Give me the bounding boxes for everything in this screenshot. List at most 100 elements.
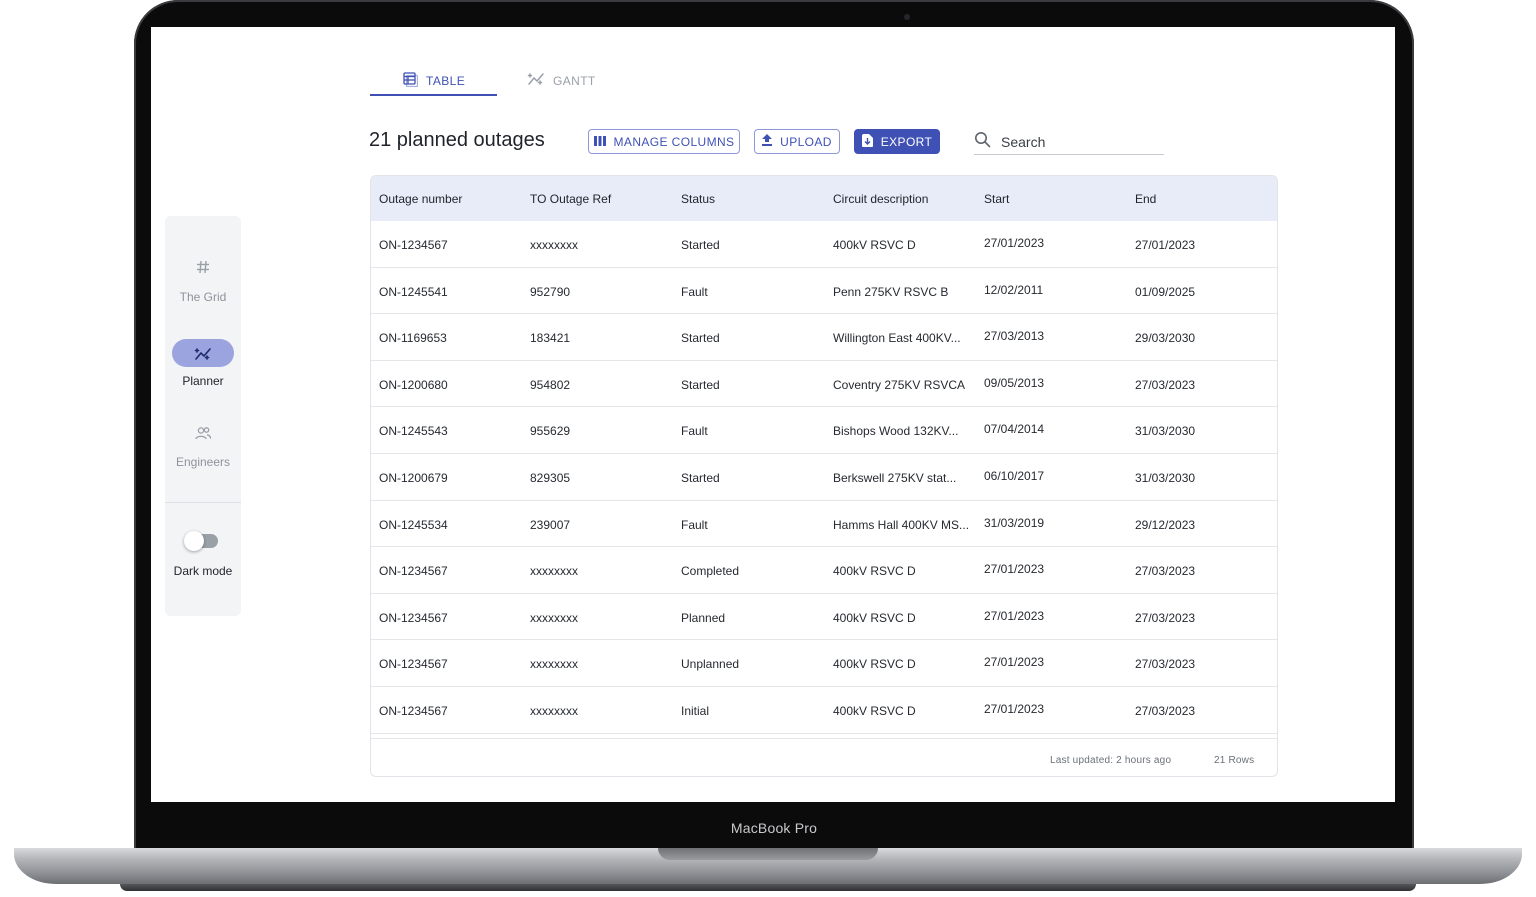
cell-start: 27/01/2023 [984, 655, 1045, 670]
table-row[interactable]: ON-1200679 829305 Started Berkswell 275KV s… [371, 454, 1277, 501]
sidebar-item-planner[interactable]: Planner [165, 339, 241, 388]
tab-table[interactable]: TABLE [402, 65, 465, 96]
cell-outage-number: ON-1169653 [379, 331, 447, 346]
cell-to-outage-ref: xxxxxxxx [530, 238, 578, 252]
sidebar-item-engineers[interactable]: Engineers [165, 423, 241, 469]
search-box [974, 129, 1164, 155]
table-row[interactable]: ON-1234567 xxxxxxxx Started 400kV RSVC D 27/… [371, 221, 1277, 268]
planner-icon [172, 339, 234, 367]
cell-end: 31/03/2030 [1135, 471, 1196, 485]
cell-circuit-description: Bishops Wood 132KV... [833, 424, 959, 439]
column-header-to-outage-ref[interactable]: TO Outage Ref [530, 192, 611, 206]
cell-circuit-description: Coventry 275KV RSVCA [833, 377, 966, 392]
column-header-circuit-description[interactable]: Circuit description [833, 192, 928, 206]
column-header-outage-number[interactable]: Outage number [379, 192, 462, 206]
cell-outage-number: ON-1234567 [379, 610, 448, 625]
cell-end: 27/03/2023 [1135, 564, 1196, 579]
cell-end: 27/03/2023 [1135, 377, 1196, 392]
cell-outage-number: ON-1234567 [379, 657, 448, 672]
column-header-start[interactable]: Start [984, 192, 1009, 206]
cell-outage-number: ON-1245534 [379, 517, 448, 532]
cell-end: 27/01/2023 [1135, 238, 1196, 252]
cell-to-outage-ref: 239007 [530, 517, 571, 532]
outages-table: Outage number TO Outage Ref Status Circu… [370, 175, 1278, 777]
export-button[interactable]: EXPORT [854, 129, 940, 154]
table-row[interactable]: ON-1169653 183421 Started Willington East 4… [371, 314, 1277, 361]
cell-end: 01/09/2025 [1135, 284, 1196, 299]
cell-start: 09/05/2013 [984, 375, 1045, 390]
cell-to-outage-ref: 955629 [530, 424, 571, 439]
cell-start: 31/03/2019 [984, 515, 1045, 530]
cell-circuit-description: Penn 275KV RSVC B [833, 284, 949, 299]
tab-label: TABLE [426, 73, 466, 88]
cell-to-outage-ref: xxxxxxxx [530, 704, 578, 718]
cell-status: Fault [681, 284, 708, 299]
cell-start: 07/04/2014 [984, 422, 1045, 437]
page-title: 21 planned outages [369, 129, 545, 151]
row-count-text: 21 Rows [1214, 755, 1255, 766]
table-row[interactable]: ON-1200680 954802 Started Coventry 275KV RS… [371, 361, 1277, 408]
cell-outage-number: ON-1245543 [379, 424, 448, 439]
column-header-end[interactable]: End [1135, 192, 1156, 206]
table-icon [402, 71, 419, 90]
table-row[interactable]: ON-1245541 952790 Fault Penn 275KV RSVC B 12… [371, 268, 1277, 315]
gantt-icon [527, 72, 545, 89]
cell-status: Fault [681, 424, 708, 439]
dark-mode-toggle[interactable] [184, 531, 218, 551]
cell-start: 27/03/2013 [984, 329, 1045, 344]
search-icon [974, 131, 991, 153]
cell-circuit-description: 400kV RSVC D [833, 610, 916, 625]
sidebar-divider [165, 502, 241, 503]
cell-status: Started [681, 471, 720, 485]
active-tab-indicator [370, 94, 497, 96]
column-header-status[interactable]: Status [681, 192, 715, 206]
cell-to-outage-ref: 952790 [530, 284, 571, 299]
table-row[interactable]: ON-1234567 xxxxxxxx Unplanned 400kV RSVC D 2… [371, 640, 1277, 687]
device-label: MacBook Pro [730, 820, 818, 836]
cell-end: 29/12/2023 [1135, 517, 1196, 532]
cell-status: Completed [681, 564, 740, 579]
sidebar-item-the-grid[interactable]: The Grid [165, 258, 241, 304]
tab-gantt[interactable]: GANTT [527, 65, 596, 96]
cell-status: Fault [681, 517, 708, 532]
upload-icon [762, 134, 773, 149]
search-input[interactable] [1001, 133, 1151, 150]
tab-label: GANTT [553, 73, 596, 88]
cell-start: 27/01/2023 [984, 562, 1045, 577]
table-row[interactable]: ON-1245543 955629 Fault Bishops Wood 132KV.… [371, 407, 1277, 454]
cell-outage-number: ON-1234567 [379, 564, 448, 579]
cell-outage-number: ON-1234567 [379, 704, 448, 718]
export-label: EXPORT [880, 134, 933, 149]
table-footer: Last updated: 2 hours ago 21 Rows [371, 738, 1277, 776]
cell-start: 27/01/2023 [984, 236, 1045, 250]
cell-circuit-description: Hamms Hall 400KV MS... [833, 517, 970, 532]
sidebar: The Grid Planner Engineers Dark mode [165, 216, 241, 616]
table-row[interactable]: ON-1234567 xxxxxxxx Planned 400kV RSVC D 27/… [371, 594, 1277, 641]
cell-status: Unplanned [681, 657, 740, 672]
sidebar-item-label: The Grid [179, 290, 227, 304]
dark-mode-label: Dark mode [173, 564, 233, 578]
table-header: Outage number TO Outage Ref Status Circu… [371, 176, 1277, 221]
cell-end: 27/03/2023 [1135, 704, 1196, 718]
manage-columns-button[interactable]: MANAGE COLUMNS [588, 129, 740, 154]
cell-status: Started [681, 238, 720, 252]
cell-end: 31/03/2030 [1135, 424, 1196, 439]
table-row[interactable]: ON-1234567 xxxxxxxx Initial 400kV RSVC D 27/… [371, 687, 1277, 734]
cell-start: 27/01/2023 [984, 608, 1045, 623]
laptop-foot [120, 884, 1416, 891]
cell-circuit-description: 400kV RSVC D [833, 657, 916, 672]
cell-circuit-description: Willington East 400KV... [833, 331, 961, 346]
cell-status: Started [681, 377, 720, 392]
sidebar-item-label: Planner [182, 374, 224, 388]
cell-circuit-description: 400kV RSVC D [833, 564, 916, 579]
cell-to-outage-ref: xxxxxxxx [530, 564, 578, 579]
cell-to-outage-ref: 183421 [530, 331, 571, 346]
cell-circuit-description: 400kV RSVC D [833, 704, 916, 718]
cell-start: 06/10/2017 [984, 469, 1045, 483]
table-row[interactable]: ON-1234567 xxxxxxxx Completed 400kV RSVC D 2… [371, 547, 1277, 594]
columns-icon [593, 135, 606, 149]
camera-icon [904, 14, 910, 20]
table-row[interactable]: ON-1245534 239007 Fault Hamms Hall 400KV MS… [371, 501, 1277, 548]
upload-button[interactable]: UPLOAD [754, 129, 840, 154]
toggle-knob [184, 531, 204, 551]
